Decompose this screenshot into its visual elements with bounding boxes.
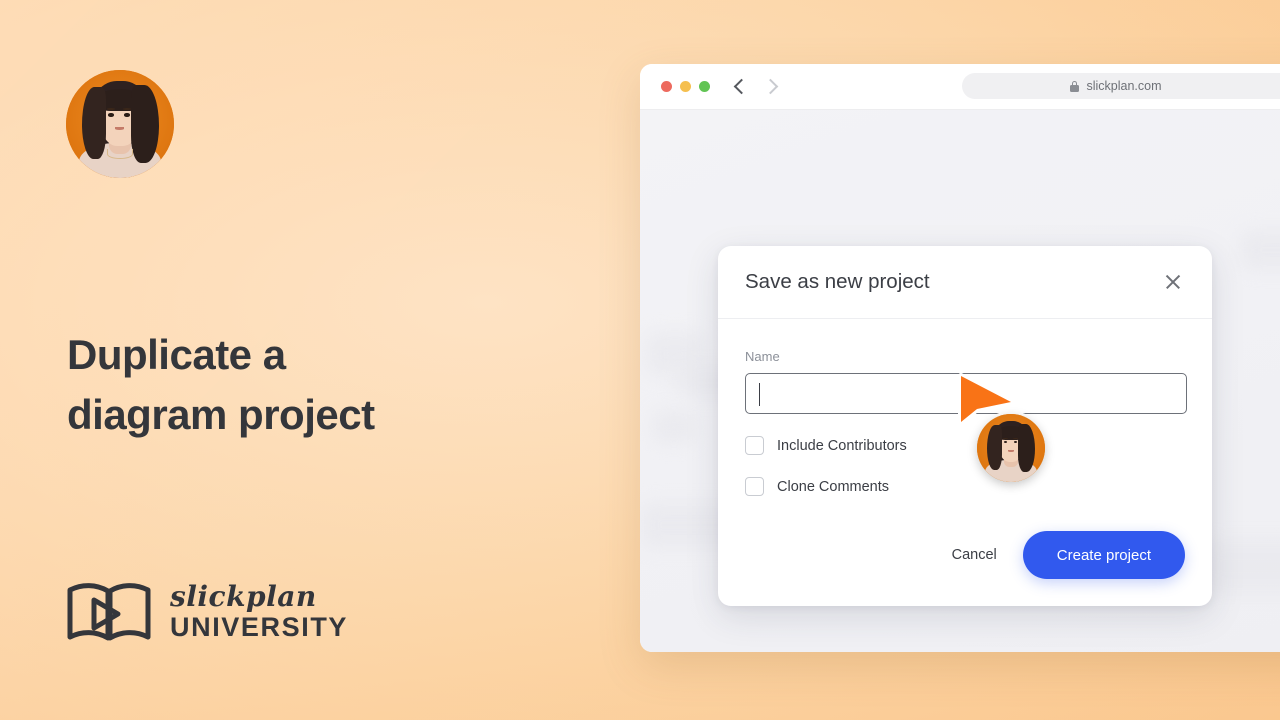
cancel-button[interactable]: Cancel	[952, 547, 997, 563]
dialog-body: Name Include Contributors Clone Comments	[718, 319, 1212, 496]
chevron-right-icon[interactable]	[762, 78, 779, 95]
logo-wordmark: slickplan UNIVERSITY	[170, 583, 348, 643]
logo-university-text: UNIVERSITY	[170, 612, 349, 642]
address-bar[interactable]: slickplan.com	[962, 73, 1280, 99]
background-shape	[652, 410, 696, 444]
name-field-label: Name	[745, 349, 780, 364]
browser-window: slickplan.com Save as new project Name I	[640, 64, 1280, 652]
url-text: slickplan.com	[1086, 79, 1162, 93]
close-icon[interactable]	[1164, 273, 1182, 291]
logo-script-text: slickplan	[170, 580, 317, 613]
include-contributors-label: Include Contributors	[777, 437, 907, 454]
open-book-play-icon	[67, 583, 151, 641]
zoom-window-button[interactable]	[699, 81, 710, 92]
navigation-buttons[interactable]	[733, 78, 779, 95]
avatar	[66, 70, 174, 178]
chevron-left-icon[interactable]	[733, 78, 750, 95]
text-caret	[759, 383, 761, 406]
minimize-window-button[interactable]	[680, 81, 691, 92]
background-shape	[1200, 540, 1280, 592]
save-as-new-project-dialog: Save as new project Name Include Contrib…	[718, 246, 1212, 606]
page-title: Duplicate a diagram project	[67, 325, 587, 445]
browser-toolbar: slickplan.com	[640, 64, 1280, 110]
left-panel: Duplicate a diagram project slickplan UN…	[0, 0, 640, 720]
checkbox-row-include-contributors[interactable]: Include Contributors	[745, 436, 1185, 455]
clone-comments-label: Clone Comments	[777, 478, 890, 495]
include-contributors-checkbox[interactable]	[745, 436, 764, 455]
checkbox-row-clone-comments[interactable]: Clone Comments	[745, 477, 1185, 496]
name-input[interactable]	[745, 373, 1187, 414]
headline-line-2: diagram project	[67, 391, 375, 438]
lock-icon	[1070, 80, 1080, 92]
close-window-button[interactable]	[661, 81, 672, 92]
background-shape	[1240, 230, 1280, 270]
headline-line-1: Duplicate a	[67, 331, 286, 378]
create-project-button[interactable]: Create project	[1022, 531, 1185, 579]
app-canvas: Save as new project Name Include Contrib…	[640, 110, 1280, 652]
dialog-header: Save as new project	[718, 246, 1212, 319]
window-controls[interactable]	[661, 81, 710, 92]
clone-comments-checkbox[interactable]	[745, 477, 764, 496]
slickplan-university-logo: slickplan UNIVERSITY	[66, 580, 348, 646]
dialog-actions: Cancel Create project	[952, 531, 1185, 579]
presenter-portrait	[66, 70, 174, 178]
dialog-title: Save as new project	[745, 270, 930, 293]
